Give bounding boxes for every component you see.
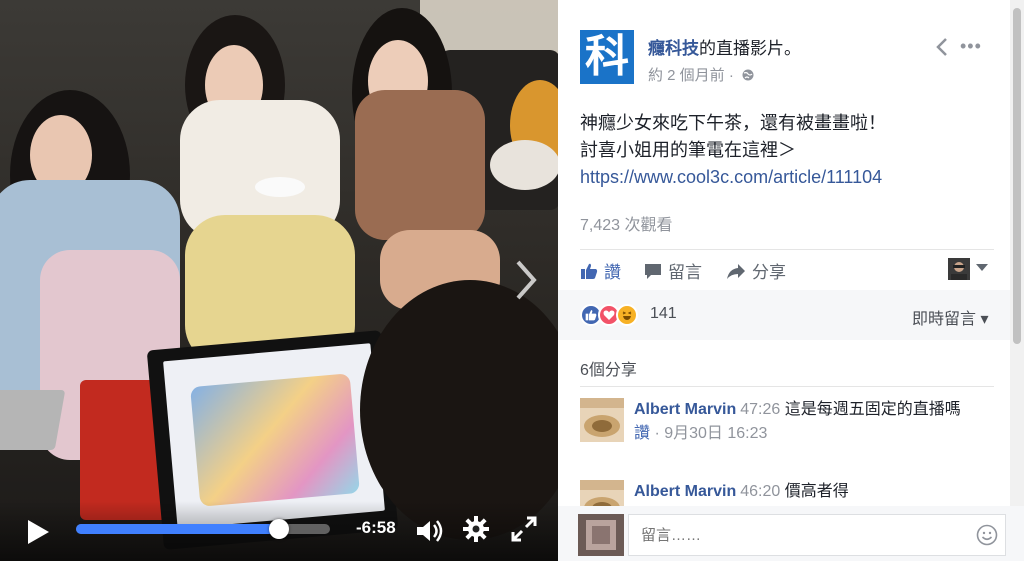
like-label: 讚: [604, 263, 621, 282]
page-name-link[interactable]: 癮科技: [648, 39, 699, 58]
progress-fill: [76, 524, 280, 534]
post-text-line2: 討喜小姐用的筆電在這裡＞: [580, 140, 796, 160]
share-arrow-icon: [727, 263, 745, 279]
share-count[interactable]: 6個分享: [580, 356, 637, 380]
comment-text: 這是每週五固定的直播嗎: [784, 401, 961, 418]
globe-icon: [742, 69, 754, 81]
commenter-name[interactable]: Albert Marvin: [634, 483, 736, 500]
page-logo[interactable]: 科: [580, 30, 634, 84]
post-link[interactable]: https://www.cool3c.com/article/111104: [580, 164, 886, 191]
more-options-icon[interactable]: •••: [960, 36, 982, 57]
haha-reaction-icon: [616, 304, 638, 326]
progress-knob[interactable]: [269, 519, 290, 539]
time-remaining: -6:58: [356, 518, 396, 537]
comment-icon: [645, 263, 661, 279]
post-panel: 科 癮科技的直播影片。 約 2 個月前 · ••• 神癮少女來吃下午茶，還有被畫…: [558, 0, 1024, 561]
video-frame: [0, 0, 558, 561]
volume-icon[interactable]: [414, 515, 446, 547]
post-timestamp[interactable]: 約 2 個月前 ·: [648, 67, 738, 84]
live-comments-dropdown[interactable]: 即時留言 ▾: [912, 305, 988, 329]
comment-like-link[interactable]: 讚: [634, 425, 650, 442]
person-right-top: [355, 90, 485, 240]
comment-composer: [558, 506, 1024, 561]
post-meta: 約 2 個月前 ·: [648, 64, 754, 85]
chevron-left-icon[interactable]: [934, 36, 950, 58]
progress-bar[interactable]: [76, 519, 330, 539]
divider: [580, 249, 994, 250]
settings-gear-icon[interactable]: [462, 515, 490, 543]
scrollbar-thumb[interactable]: [1013, 8, 1021, 344]
post-text-line1: 神癮少女來吃下午茶，還有被畫畫啦！: [580, 113, 886, 133]
like-button[interactable]: 讚: [580, 258, 621, 283]
scrollbar[interactable]: [1010, 0, 1024, 506]
caret-down-icon[interactable]: [976, 264, 988, 272]
comment-button[interactable]: 留言: [644, 258, 702, 283]
viewer-avatar[interactable]: [948, 258, 970, 280]
next-video-arrow-icon[interactable]: [512, 258, 540, 302]
fullscreen-icon[interactable]: [510, 515, 538, 543]
reactions-bar: 141 即時留言 ▾: [558, 290, 1024, 340]
video-player[interactable]: -6:58: [0, 0, 558, 561]
reaction-count[interactable]: 141: [650, 305, 677, 323]
commenter-name[interactable]: Albert Marvin: [634, 401, 736, 418]
view-count: 7,423 次觀看: [580, 217, 673, 234]
comment-label: 留言: [668, 263, 702, 282]
post-header: 癮科技的直播影片。: [648, 34, 801, 59]
divider: [580, 386, 994, 387]
user-avatar: [578, 514, 624, 556]
laptop-left: [0, 390, 66, 450]
emoji-smile-icon[interactable]: [976, 524, 998, 546]
comment-date[interactable]: · 9月30日 16:23: [650, 425, 767, 442]
comment-video-time[interactable]: 46:20: [740, 483, 780, 500]
pillow: [490, 140, 558, 190]
share-label: 分享: [752, 263, 786, 282]
comment-actions: 讚 · 9月30日 16:23: [634, 422, 992, 446]
video-controls: -6:58: [0, 501, 558, 561]
comment-body: Albert Marvin 46:20 價高者得: [634, 480, 992, 504]
reaction-icons[interactable]: [580, 304, 638, 326]
comment-body: Albert Marvin 47:26 這是每週五固定的直播嗎 讚 · 9月30日…: [634, 398, 992, 446]
commenter-avatar[interactable]: [580, 398, 624, 442]
drawing-sketch: [190, 373, 360, 507]
cake-plate: [255, 177, 305, 197]
play-icon[interactable]: [22, 517, 52, 547]
header-suffix: 的直播影片。: [699, 39, 801, 58]
post-body: 神癮少女來吃下午茶，還有被畫畫啦！ 討喜小姐用的筆電在這裡＞ https://w…: [580, 110, 886, 191]
comment-video-time[interactable]: 47:26: [740, 401, 780, 418]
thumbs-up-icon: [581, 263, 598, 279]
share-button[interactable]: 分享: [726, 258, 786, 283]
comment-text: 價高者得: [784, 483, 849, 500]
comment-input[interactable]: [628, 514, 1006, 556]
